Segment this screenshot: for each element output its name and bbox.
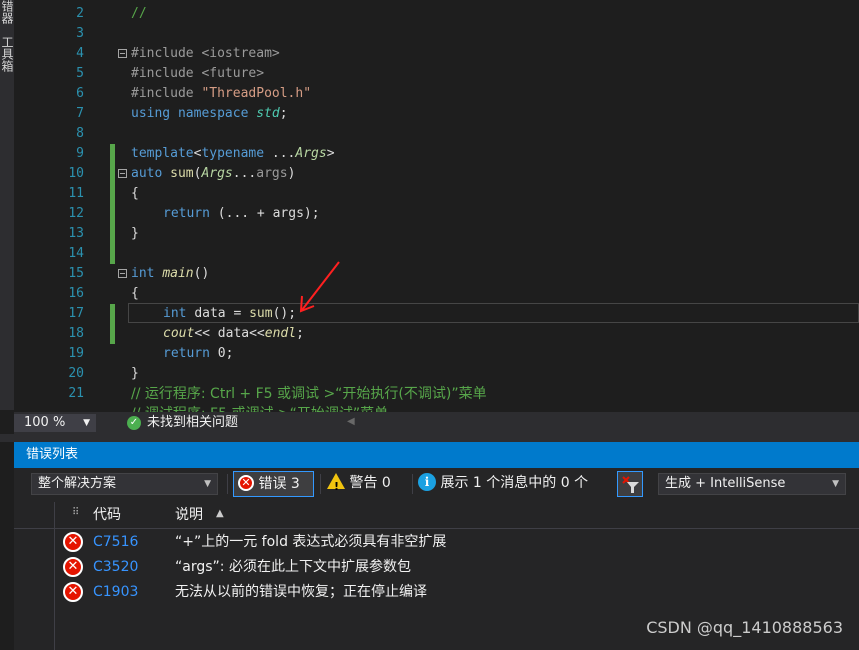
messages-filter-button[interactable]: i 展示 1 个消息中的 0 个 — [418, 471, 610, 497]
check-circle-icon: ✓ — [127, 416, 141, 430]
warnings-filter-button[interactable]: 警告 0 — [327, 471, 409, 499]
panel-splitter[interactable] — [0, 434, 859, 442]
chevron-down-icon: ▼ — [83, 418, 90, 428]
error-icon: ✕ — [63, 532, 83, 552]
chevron-down-icon: ▼ — [832, 479, 839, 489]
issues-status[interactable]: 未找到相关问题 — [147, 414, 238, 432]
error-description: 无法从以前的错误中恢复；正在停止编译 — [175, 584, 427, 600]
filter-icon — [622, 476, 639, 493]
code-editor[interactable]: 23456789101112131415161718192021 // ... … — [14, 0, 859, 412]
error-code-link[interactable]: C3520 — [93, 558, 138, 576]
editor-status-bar: 100 % ▼ ✓ 未找到相关问题 ◀ — [14, 412, 859, 434]
info-icon: i — [418, 473, 436, 491]
error-icon: ✕ — [63, 557, 83, 577]
annotation-arrow — [299, 261, 340, 313]
error-description: “args”: 必须在此上下文中扩展参数包 — [175, 559, 411, 575]
error-table-header: ⠿ 代码 说明 ▲ — [14, 502, 859, 529]
error-code-link[interactable]: C7516 — [93, 533, 138, 551]
error-row[interactable]: ✕ C1903 无法从以前的错误中恢复；正在停止编译 — [14, 579, 859, 604]
chevron-down-icon: ▼ — [204, 479, 211, 489]
error-description: “+”上的一元 fold 表达式必须具有非空扩展 — [175, 534, 447, 550]
scroll-left-arrow-icon[interactable]: ◀ — [347, 416, 355, 427]
filter-icon-button[interactable] — [617, 471, 643, 497]
sidebar-tab-toolbox[interactable]: 工具箱 — [0, 36, 14, 72]
build-source-dropdown[interactable]: 生成 + IntelliSense ▼ — [658, 473, 846, 495]
sort-ascending-icon: ▲ — [216, 508, 224, 519]
error-row[interactable]: ✕ C7516 “+”上的一元 fold 表达式必须具有非空扩展 — [14, 529, 859, 554]
sidebar-tab-explorer[interactable]: 错器 — [0, 0, 14, 24]
column-options-icon[interactable]: ⠿ — [72, 504, 79, 522]
zoom-dropdown[interactable]: 100 % ▼ — [14, 414, 96, 432]
error-icon: ✕ — [63, 582, 83, 602]
error-code-link[interactable]: C1903 — [93, 583, 138, 601]
error-list-titlebar: 错误列表 — [14, 442, 859, 468]
panel-title: 错误列表 — [26, 447, 79, 462]
scope-dropdown[interactable]: 整个解决方案 ▼ — [31, 473, 218, 495]
left-tool-strip: 错器 工具箱 — [0, 0, 14, 410]
column-header-code[interactable]: 代码 — [93, 506, 121, 524]
warning-icon — [327, 473, 345, 499]
error-icon: ✕ — [238, 475, 254, 491]
errors-filter-button[interactable]: ✕ 错误 3 — [233, 471, 314, 497]
error-row[interactable]: ✕ C3520 “args”: 必须在此上下文中扩展参数包 — [14, 554, 859, 579]
column-header-description[interactable]: 说明 — [175, 506, 203, 524]
watermark: CSDN @qq_1410888563 — [646, 618, 843, 637]
